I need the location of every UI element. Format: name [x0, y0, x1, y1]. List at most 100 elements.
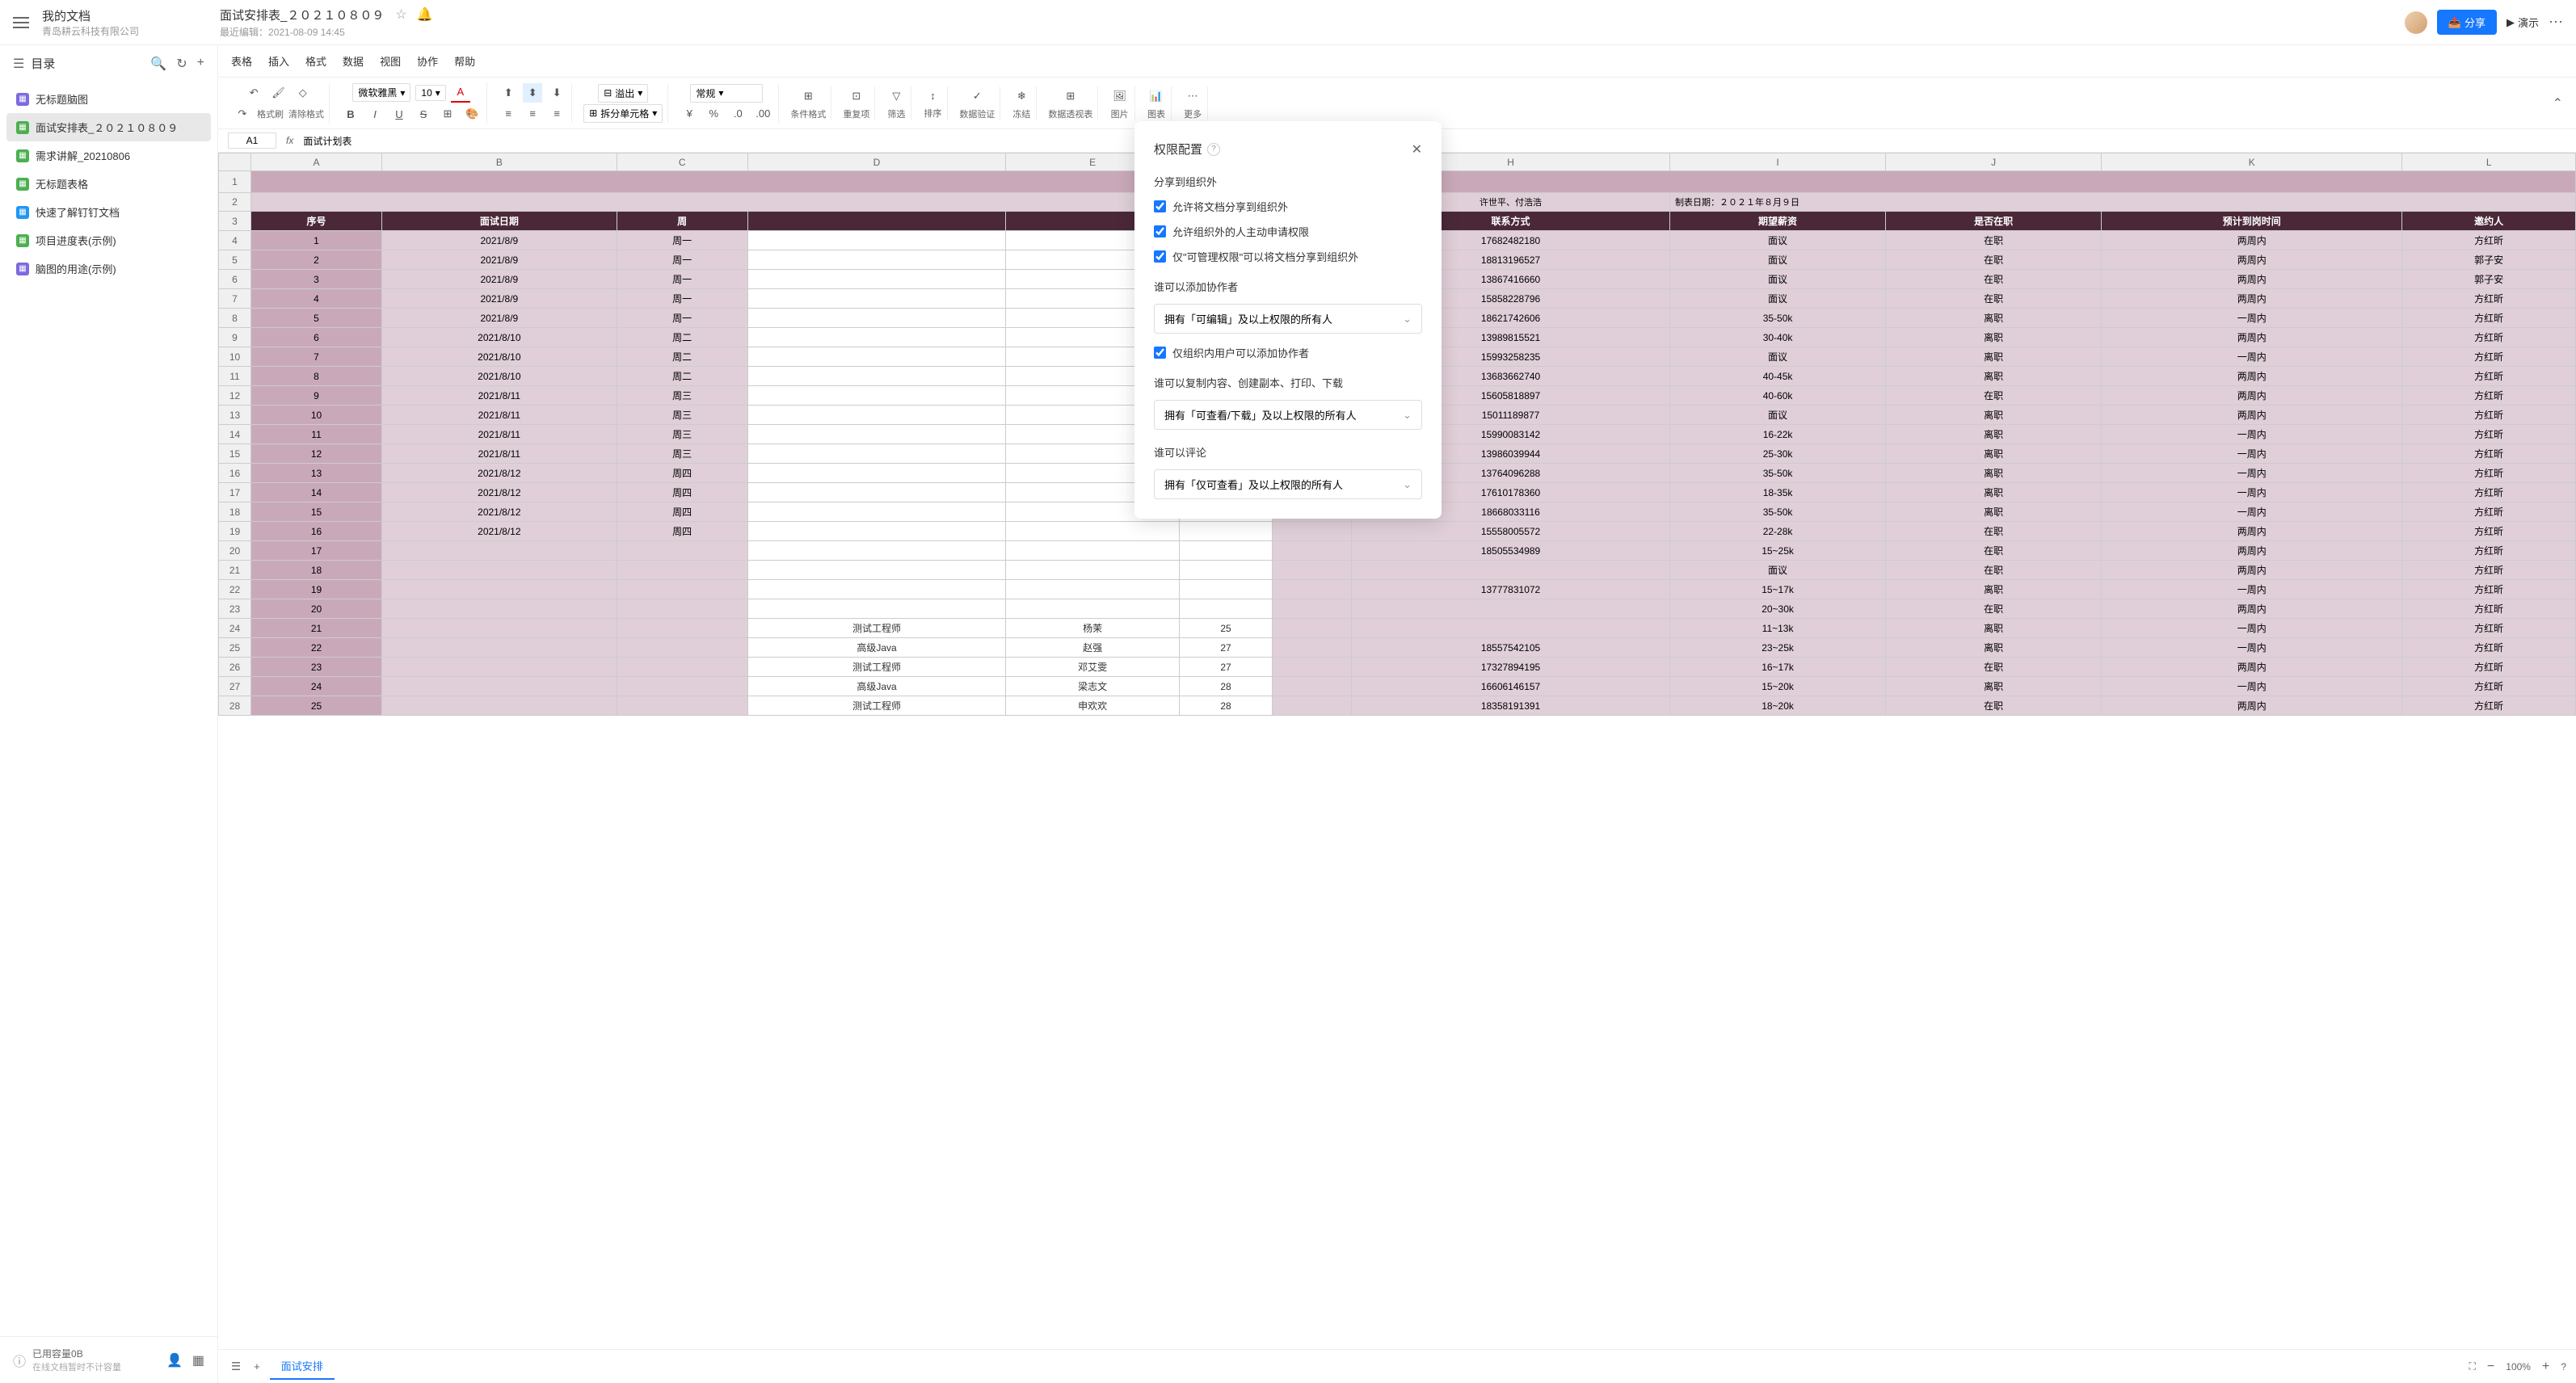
table-cell[interactable]: 方红昕 [2402, 580, 2576, 599]
table-cell[interactable]: 23 [251, 658, 382, 677]
table-cell[interactable] [617, 677, 747, 696]
table-cell[interactable] [1179, 599, 1272, 619]
table-cell[interactable] [1006, 522, 1180, 541]
table-cell[interactable] [617, 541, 747, 561]
row-header[interactable]: 27 [219, 677, 251, 696]
table-cell[interactable]: 11~13k [1670, 619, 1886, 638]
more-button[interactable]: ⋯ [1183, 86, 1202, 106]
table-cell[interactable] [617, 658, 747, 677]
table-cell[interactable]: 梁志文 [1006, 677, 1180, 696]
modal-help-icon[interactable]: ? [1207, 143, 1220, 156]
table-cell[interactable]: 一周内 [2102, 483, 2402, 502]
table-cell[interactable]: 方红昕 [2402, 386, 2576, 406]
table-cell[interactable]: 19 [251, 580, 382, 599]
table-cell[interactable]: 一周内 [2102, 502, 2402, 522]
table-cell[interactable] [747, 386, 1006, 406]
table-cell[interactable]: 方红昕 [2402, 483, 2576, 502]
table-cell[interactable]: 周四 [617, 522, 747, 541]
table-header-cell[interactable]: 期望薪资 [1670, 212, 1886, 231]
currency-button[interactable]: ¥ [680, 104, 699, 123]
table-cell[interactable]: 27 [1179, 658, 1272, 677]
table-cell[interactable]: 方红昕 [2402, 231, 2576, 250]
table-cell[interactable]: 离职 [1886, 638, 2102, 658]
row-header[interactable]: 16 [219, 464, 251, 483]
table-cell[interactable]: 离职 [1886, 619, 2102, 638]
table-cell[interactable]: 15~20k [1670, 677, 1886, 696]
font-size-select[interactable]: 10 ▾ [415, 85, 445, 101]
border-button[interactable]: ⊞ [438, 104, 457, 124]
table-cell[interactable] [1006, 561, 1180, 580]
row-header[interactable]: 24 [219, 619, 251, 638]
table-cell[interactable]: 一周内 [2102, 580, 2402, 599]
row-header[interactable]: 1 [219, 171, 251, 193]
table-cell[interactable]: 35-50k [1670, 502, 1886, 522]
table-cell[interactable]: 离职 [1886, 425, 2102, 444]
table-cell[interactable]: 一周内 [2102, 464, 2402, 483]
table-cell[interactable]: 两周内 [2102, 522, 2402, 541]
table-cell[interactable]: 15~25k [1670, 541, 1886, 561]
table-cell[interactable]: 16~17k [1670, 658, 1886, 677]
sidebar-item[interactable]: ▦无标题表格 [6, 170, 211, 198]
row-header[interactable]: 23 [219, 599, 251, 619]
table-cell[interactable]: 离职 [1886, 328, 2102, 347]
table-cell[interactable]: 2021/8/12 [382, 464, 617, 483]
menu-item[interactable]: 数据 [343, 53, 364, 69]
table-cell[interactable]: 申欢欢 [1006, 696, 1180, 716]
table-cell[interactable]: 离职 [1886, 367, 2102, 386]
table-cell[interactable]: 杨茉 [1006, 619, 1180, 638]
table-cell[interactable]: 40-60k [1670, 386, 1886, 406]
split-cell-button[interactable]: ⊞ 拆分单元格 ▾ [583, 104, 663, 123]
align-left-button[interactable]: ≡ [499, 104, 518, 123]
freeze-button[interactable]: ❄ [1012, 86, 1031, 106]
row-header[interactable]: 22 [219, 580, 251, 599]
table-cell[interactable]: 在职 [1886, 696, 2102, 716]
underline-button[interactable]: U [389, 105, 409, 124]
table-cell[interactable] [382, 677, 617, 696]
row-header[interactable]: 20 [219, 541, 251, 561]
table-cell[interactable]: 周二 [617, 328, 747, 347]
table-cell[interactable]: 28 [1179, 677, 1272, 696]
table-cell[interactable]: 18 [251, 561, 382, 580]
table-cell[interactable]: 周四 [617, 464, 747, 483]
cb-allow-external-request[interactable]: 允许组织外的人主动申请权限 [1154, 224, 1422, 239]
help-icon[interactable]: ? [2561, 1361, 2566, 1372]
table-cell[interactable]: 方红昕 [2402, 347, 2576, 367]
table-cell[interactable] [382, 696, 617, 716]
table-cell[interactable] [747, 464, 1006, 483]
sheet-tab-active[interactable]: 面试安排 [270, 1353, 335, 1380]
menu-item[interactable]: 表格 [231, 53, 252, 69]
table-header-cell[interactable]: 周 [617, 212, 747, 231]
row-header[interactable]: 10 [219, 347, 251, 367]
table-cell[interactable]: 2021/8/11 [382, 444, 617, 464]
table-cell[interactable] [1352, 561, 1670, 580]
table-cell[interactable]: 一周内 [2102, 347, 2402, 367]
table-cell[interactable]: 面议 [1670, 270, 1886, 289]
table-cell[interactable]: 21 [251, 619, 382, 638]
format-brush-button[interactable]: 🖌 [268, 83, 288, 103]
table-cell[interactable]: 28 [1179, 696, 1272, 716]
table-cell[interactable]: 两周内 [2102, 231, 2402, 250]
table-cell[interactable]: 郭子安 [2402, 270, 2576, 289]
table-cell[interactable] [747, 347, 1006, 367]
table-cell[interactable]: 40-45k [1670, 367, 1886, 386]
pivot-button[interactable]: ⊞ [1061, 86, 1080, 106]
column-header[interactable]: A [251, 153, 382, 171]
row-header[interactable]: 8 [219, 309, 251, 328]
table-cell[interactable] [747, 541, 1006, 561]
menu-item[interactable]: 帮助 [454, 53, 475, 69]
sidebar-item[interactable]: ▦面试安排表_２０２１０８０９ [6, 113, 211, 141]
table-cell[interactable]: 面议 [1670, 406, 1886, 425]
table-cell[interactable] [1273, 599, 1352, 619]
table-cell[interactable]: 离职 [1886, 483, 2102, 502]
fullscreen-icon[interactable]: ⛶ [2469, 1360, 2476, 1372]
table-cell[interactable]: 面议 [1670, 250, 1886, 270]
clear-format-button[interactable]: ◇ [293, 83, 313, 103]
table-header-cell[interactable] [747, 212, 1006, 231]
table-cell[interactable]: 两周内 [2102, 270, 2402, 289]
avatar[interactable] [2405, 11, 2427, 34]
column-header[interactable]: B [382, 153, 617, 171]
table-cell[interactable]: 23~25k [1670, 638, 1886, 658]
column-header[interactable]: L [2402, 153, 2576, 171]
table-cell[interactable] [1006, 541, 1180, 561]
table-cell[interactable]: 方红昕 [2402, 677, 2576, 696]
